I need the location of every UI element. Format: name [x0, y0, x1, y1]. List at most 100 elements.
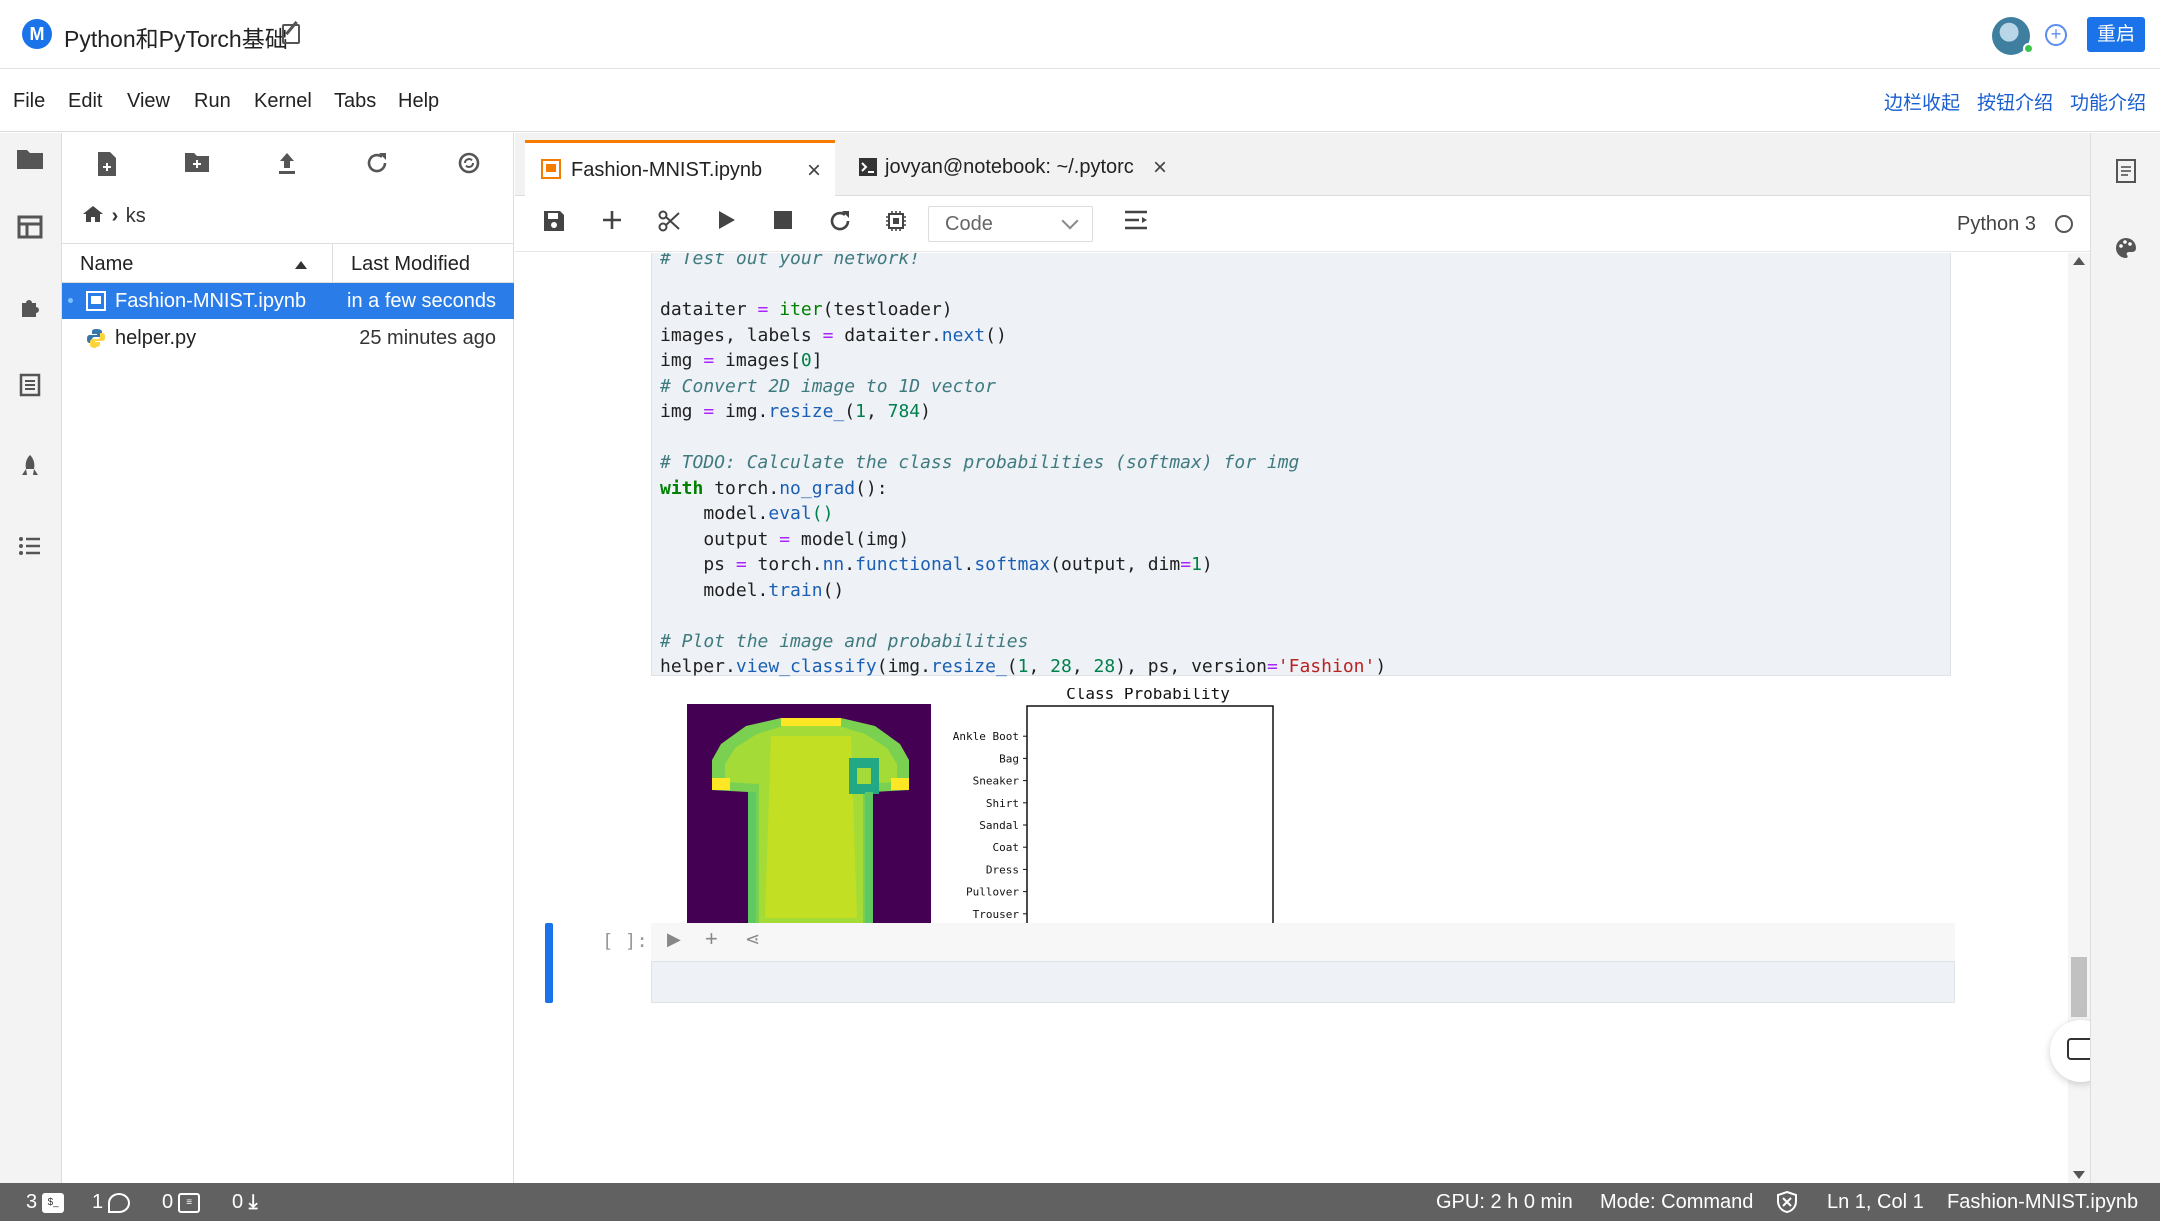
rocket-icon[interactable]	[16, 453, 44, 479]
chevron-down-icon	[1061, 212, 1079, 230]
y-tick-label: Trouser	[973, 908, 1020, 921]
terminal-icon: $_	[42, 1192, 65, 1213]
mode-status[interactable]: Mode: Command	[1600, 1191, 1753, 1214]
empty-code-cell[interactable]: [ ]: ▶ + ⋖	[545, 923, 1955, 1006]
kernel-name[interactable]: Python 3	[1957, 213, 2036, 236]
palette-icon[interactable]	[2113, 236, 2139, 262]
code-cell[interactable]: # Test out your network! dataiter = iter…	[651, 253, 1951, 677]
stop-icon[interactable]	[768, 209, 798, 239]
app-logo: M	[22, 19, 52, 49]
new-file-icon[interactable]	[92, 151, 122, 181]
column-last-modified[interactable]: Last Modified	[351, 253, 470, 276]
scroll-down-icon[interactable]	[2073, 1171, 2085, 1179]
save-icon[interactable]	[539, 209, 569, 239]
cell-input[interactable]	[651, 961, 1955, 1003]
chart-title: Class Probability	[1066, 688, 1230, 703]
kernels-status[interactable]: 1	[92, 1191, 131, 1214]
menu-run[interactable]: Run	[194, 90, 231, 113]
scroll-up-icon[interactable]	[2073, 257, 2085, 265]
list-icon: ≡	[178, 1192, 201, 1213]
tshirt-image	[687, 704, 931, 948]
security-icon[interactable]	[1776, 1190, 1798, 1219]
y-tick-label: Sneaker	[973, 775, 1020, 788]
menu-tabs[interactable]: Tabs	[334, 90, 376, 113]
extension-icon[interactable]	[16, 295, 44, 321]
left-activity-bar	[0, 133, 62, 1183]
code-editor[interactable]: # Test out your network! dataiter = iter…	[660, 253, 1386, 680]
breadcrumb-separator: ›	[111, 205, 119, 227]
running-icon[interactable]	[16, 215, 44, 241]
terminal-icon	[859, 158, 877, 176]
add-below-icon[interactable]: +	[705, 926, 718, 952]
add-icon[interactable]: +	[2045, 24, 2067, 46]
cut-icon[interactable]	[654, 209, 684, 239]
feature-guide-link[interactable]: 功能介绍	[2070, 88, 2146, 115]
file-row-helper[interactable]: helper.py 25 minutes ago	[62, 320, 514, 356]
restart-kernel-icon[interactable]	[825, 209, 855, 239]
commands-icon[interactable]	[16, 373, 44, 399]
tab-notebook[interactable]: Fashion-MNIST.ipynb ×	[525, 140, 835, 196]
run-icon[interactable]	[711, 209, 741, 239]
menu-help[interactable]: Help	[398, 90, 439, 113]
menu-view[interactable]: View	[127, 90, 170, 113]
run-cell-icon[interactable]: ▶	[667, 929, 681, 950]
toc-icon[interactable]	[16, 535, 44, 561]
downloads-status[interactable]: 0 ⤓	[232, 1191, 258, 1214]
breadcrumb[interactable]: › ks	[82, 205, 146, 228]
notebook-content: # Test out your network! dataiter = iter…	[515, 253, 2075, 1183]
right-activity-bar	[2090, 133, 2160, 1183]
terminals-status[interactable]: 3 $_	[26, 1191, 65, 1214]
y-tick-label: Bag	[999, 752, 1019, 765]
menu-file[interactable]: File	[13, 90, 45, 113]
file-row-notebook[interactable]: Fashion-MNIST.ipynb in a few seconds	[62, 283, 514, 319]
breadcrumb-folder[interactable]: ks	[126, 205, 146, 227]
collapse-sidebar-link[interactable]: 边栏收起	[1884, 88, 1960, 115]
plot-frame	[1026, 705, 1274, 949]
terminals-count: 3	[26, 1191, 38, 1213]
tab-bar: Fashion-MNIST.ipynb × jovyan@notebook: ~…	[515, 133, 2090, 196]
column-divider[interactable]	[332, 244, 333, 284]
home-icon[interactable]	[82, 205, 104, 223]
menu-edit[interactable]: Edit	[68, 90, 102, 113]
sort-ascending-icon[interactable]	[295, 261, 307, 269]
button-guide-link[interactable]: 按钮介绍	[1977, 88, 2053, 115]
scrollbar-thumb[interactable]	[2071, 957, 2087, 1017]
y-tick-label: Coat	[993, 841, 1020, 854]
edit-title-icon[interactable]	[282, 24, 300, 44]
new-folder-icon[interactable]	[182, 151, 212, 181]
gpu-status: GPU: 2 h 0 min	[1436, 1191, 1573, 1213]
git-sync-icon[interactable]	[454, 151, 484, 181]
main-area: Fashion-MNIST.ipynb × jovyan@notebook: ~…	[515, 133, 2090, 1183]
restart-run-all-icon[interactable]	[881, 209, 911, 239]
app-title: Python和PyTorch基础	[64, 26, 288, 52]
y-tick-label: Sandal	[979, 819, 1019, 832]
active-cell-indicator	[545, 923, 553, 1003]
api-doc-icon[interactable]	[2113, 159, 2139, 185]
menu-kernel[interactable]: Kernel	[254, 90, 312, 113]
cell-type-select[interactable]: Code	[928, 206, 1093, 242]
kernels-count: 1	[92, 1191, 104, 1213]
python-icon	[87, 329, 105, 348]
upload-icon[interactable]	[272, 151, 302, 181]
tab-terminal[interactable]: jovyan@notebook: ~/.pytorc ×	[847, 140, 1187, 196]
cursor-position[interactable]: Ln 1, Col 1	[1827, 1191, 1924, 1214]
restart-button[interactable]: 重启	[2087, 17, 2145, 52]
cell-toolbar: ▶ + ⋖	[651, 923, 1955, 961]
download-icon: ⤓	[248, 1191, 258, 1213]
cells-status[interactable]: 0 ≡	[162, 1191, 201, 1214]
close-icon[interactable]: ×	[807, 157, 821, 185]
column-name[interactable]: Name	[80, 253, 133, 276]
folder-icon[interactable]	[16, 147, 44, 173]
tab-label: Fashion-MNIST.ipynb	[571, 159, 763, 181]
downloads-count: 0	[232, 1191, 244, 1213]
close-icon[interactable]: ×	[1153, 154, 1167, 182]
refresh-icon[interactable]	[362, 151, 392, 181]
file-modified: in a few seconds	[347, 290, 496, 312]
y-tick-label: Ankle Boot	[953, 730, 1019, 743]
add-cell-icon[interactable]	[597, 209, 627, 239]
share-icon[interactable]: ⋖	[745, 929, 760, 950]
property-inspector-icon[interactable]	[1121, 209, 1151, 239]
tab-label: jovyan@notebook: ~/.pytorc	[885, 156, 1134, 178]
kernel-icon	[108, 1192, 131, 1213]
file-name: Fashion-MNIST.ipynb	[115, 290, 307, 312]
